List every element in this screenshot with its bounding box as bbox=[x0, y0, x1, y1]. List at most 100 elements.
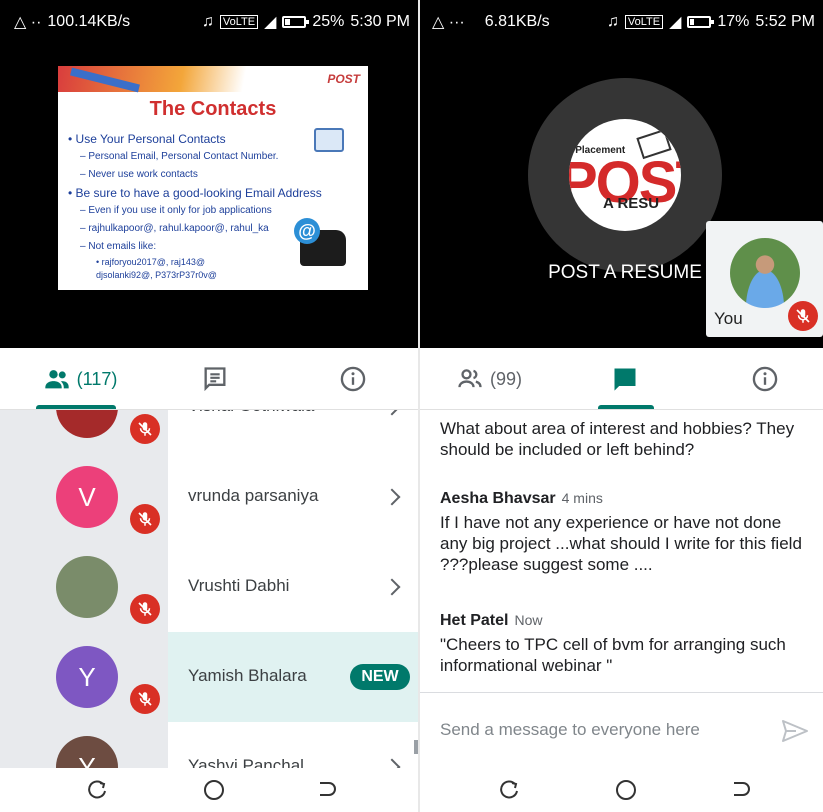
self-label: You bbox=[714, 309, 743, 328]
presentation-view: POST The Contacts Use Your Personal Cont… bbox=[0, 44, 418, 348]
avatar: Y bbox=[56, 736, 118, 768]
chat-message: Aesha Bhavsar 4 mins If I have not any exp… bbox=[440, 490, 809, 575]
people-outline-icon bbox=[458, 369, 482, 388]
battery-icon bbox=[687, 16, 715, 28]
chevron-right-icon bbox=[383, 410, 401, 416]
tab-info[interactable] bbox=[318, 348, 388, 410]
mic-off-icon bbox=[130, 504, 160, 534]
signal-icon: △ ·· bbox=[14, 14, 42, 31]
send-icon[interactable] bbox=[781, 719, 809, 743]
slide-line: Personal Email, Personal Contact Number. bbox=[68, 148, 360, 166]
chat-message: Het Patel Now "Cheers to TPC cell of bvm f… bbox=[440, 612, 809, 676]
participant-name: Yashvi Panchal bbox=[188, 756, 304, 768]
battery-icon bbox=[282, 16, 310, 28]
home-icon[interactable] bbox=[204, 780, 224, 800]
slide-logo: POST bbox=[327, 72, 360, 86]
message-sender: Het Patel bbox=[440, 612, 509, 629]
tab-chat[interactable] bbox=[180, 348, 250, 410]
back-icon[interactable] bbox=[730, 780, 752, 800]
message-time: 4 mins bbox=[561, 490, 603, 506]
mic-off-icon bbox=[130, 684, 160, 714]
self-avatar bbox=[730, 238, 800, 308]
tab-chat[interactable] bbox=[590, 348, 660, 410]
status-bar: △ ··· 6.81KB/s ♫ VoLTE ◢ 17% 5:52 PM bbox=[420, 0, 823, 44]
message-text: If I have not any experience or have not… bbox=[440, 513, 802, 574]
logo-subtitle: A RESU bbox=[603, 195, 660, 212]
message-time: Now bbox=[514, 612, 543, 628]
active-tab-indicator bbox=[36, 405, 116, 409]
chevron-right-icon bbox=[383, 578, 401, 596]
chevron-right-icon bbox=[383, 488, 401, 506]
tab-people[interactable]: (117) bbox=[20, 348, 140, 410]
android-nav-bar bbox=[0, 768, 418, 812]
active-tab-indicator bbox=[598, 405, 654, 409]
mic-off-icon bbox=[130, 594, 160, 624]
participant-name: Yamish Bhalara bbox=[188, 666, 307, 685]
clock: 5:30 PM bbox=[350, 13, 410, 30]
self-view-tile[interactable]: You bbox=[706, 221, 823, 337]
back-icon[interactable] bbox=[316, 780, 338, 800]
participant-name: Vishal Gothiwala bbox=[188, 410, 314, 416]
chat-icon bbox=[614, 368, 636, 391]
avatar bbox=[56, 556, 118, 618]
home-icon[interactable] bbox=[616, 780, 636, 800]
slide-title: The Contacts bbox=[149, 98, 277, 120]
message-text: What about area of interest and hobbies?… bbox=[440, 419, 795, 459]
headset-icon: ♫ bbox=[201, 13, 214, 30]
presenter-logo: nt Placement POST A RESU bbox=[569, 119, 681, 231]
clock: 5:52 PM bbox=[755, 13, 815, 30]
tab-people[interactable]: (99) bbox=[444, 348, 534, 410]
cell-signal-icon: ◢ bbox=[264, 14, 277, 31]
slide-line: Be sure to have a good-looking Email Add… bbox=[68, 184, 360, 202]
meeting-tabs: (117) bbox=[0, 348, 418, 410]
participant-row[interactable]: Vishal Gothiwala bbox=[0, 410, 418, 452]
android-nav-bar bbox=[420, 768, 823, 812]
participant-list: Vishal Gothiwala Vvrunda parsaniya Vrushti… bbox=[0, 410, 418, 768]
at-sign-icon: @ bbox=[294, 218, 320, 244]
network-speed: 100.14KB/s bbox=[47, 13, 131, 30]
message-text: "Cheers to TPC cell of bvm for arranging… bbox=[440, 635, 786, 675]
message-header: Aesha Bhavsar 4 mins bbox=[440, 490, 809, 508]
avatar: V bbox=[56, 466, 118, 528]
new-badge: NEW bbox=[350, 664, 410, 690]
message-composer bbox=[420, 692, 823, 768]
right-screenshot: △ ··· 6.81KB/s ♫ VoLTE ◢ 17% 5:52 PM nt … bbox=[420, 0, 823, 812]
participant-row[interactable]: Vrushti Dabhi bbox=[0, 542, 418, 632]
mic-off-icon bbox=[788, 301, 818, 331]
battery-percent: 25% bbox=[312, 13, 345, 30]
participant-row[interactable]: Y Yamish Bhalara NEW bbox=[0, 632, 418, 722]
battery-percent: 17% bbox=[717, 13, 750, 30]
tab-info[interactable] bbox=[730, 348, 800, 410]
volte-icon: VoLTE bbox=[219, 15, 259, 29]
left-screenshot: △ ·· 100.14KB/s ♫ VoLTE ◢ 25% 5:30 PM PO… bbox=[0, 0, 418, 812]
info-icon bbox=[752, 366, 778, 392]
headset-icon: ♫ bbox=[606, 13, 619, 30]
presentation-slide: POST The Contacts Use Your Personal Cont… bbox=[58, 66, 368, 290]
participant-row[interactable]: Y Yashvi Panchal bbox=[0, 722, 418, 768]
participant-name: vrunda parsaniya bbox=[188, 486, 319, 505]
slide-line: Use Your Personal Contacts bbox=[68, 130, 360, 148]
slide-line: djsolanki92@, P373rP37r0v@ bbox=[96, 270, 217, 280]
meeting-tabs: (99) bbox=[420, 348, 823, 410]
chat-icon bbox=[204, 367, 226, 392]
participant-name: Vrushti Dabhi bbox=[188, 576, 290, 595]
recent-apps-icon[interactable] bbox=[500, 780, 522, 800]
avatar bbox=[56, 410, 118, 438]
chevron-right-icon bbox=[383, 758, 401, 768]
cell-signal-icon: ◢ bbox=[669, 14, 682, 31]
participant-row[interactable]: Vvrunda parsaniya bbox=[0, 452, 418, 542]
mic-off-icon bbox=[130, 414, 160, 444]
slide-line: Never use work contacts bbox=[68, 166, 360, 184]
status-bar: △ ·· 100.14KB/s ♫ VoLTE ◢ 25% 5:30 PM bbox=[0, 0, 418, 44]
presenter-view: nt Placement POST A RESU POST A RESUME Y… bbox=[420, 44, 823, 348]
people-icon bbox=[44, 370, 69, 389]
message-header: Het Patel Now bbox=[440, 612, 809, 630]
avatar: Y bbox=[56, 646, 118, 708]
message-input[interactable] bbox=[440, 715, 760, 745]
message-sender: Aesha Bhavsar bbox=[440, 490, 556, 507]
signal-icon: △ ··· bbox=[432, 14, 465, 31]
people-count: (117) bbox=[76, 368, 118, 389]
recent-apps-icon[interactable] bbox=[88, 780, 110, 800]
info-icon bbox=[340, 366, 366, 392]
volte-icon: VoLTE bbox=[624, 15, 664, 29]
